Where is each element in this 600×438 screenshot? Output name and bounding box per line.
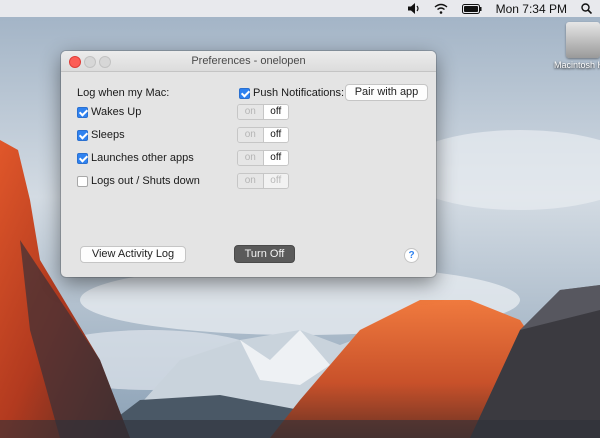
turn-off-button[interactable]: Turn Off <box>234 245 295 263</box>
logs-out-off-option[interactable]: off <box>262 174 288 188</box>
sleeps-checkbox[interactable] <box>77 130 88 141</box>
launches-other-apps-label: Launches other apps <box>91 152 194 164</box>
window-zoom-button[interactable] <box>99 56 111 68</box>
sleeps-toggle[interactable]: on off <box>237 127 289 143</box>
help-button[interactable]: ? <box>404 248 419 263</box>
pair-with-app-button[interactable]: Pair with app <box>345 84 428 101</box>
wakes-up-toggle[interactable]: on off <box>237 104 289 120</box>
window-minimize-button[interactable] <box>84 56 96 68</box>
macintosh-hd-desktop-icon[interactable]: Macintosh HD <box>554 22 600 70</box>
volume-icon[interactable] <box>407 3 420 14</box>
logs-out-on-option[interactable]: on <box>238 174 263 188</box>
launches-other-apps-checkbox[interactable] <box>77 153 88 164</box>
launches-other-apps-toggle[interactable]: on off <box>237 150 289 166</box>
preferences-window: Preferences - onelopen Log when my Mac: … <box>61 51 436 277</box>
battery-icon[interactable] <box>461 3 482 14</box>
wakes-up-on-option[interactable]: on <box>238 105 263 119</box>
sleeps-on-option[interactable]: on <box>238 128 263 142</box>
menubar-clock[interactable]: Mon 7:34 PM <box>496 2 567 16</box>
window-titlebar[interactable]: Preferences - onelopen <box>61 51 436 72</box>
push-notifications-label: Push Notifications: <box>253 87 345 99</box>
hard-drive-icon <box>566 22 600 58</box>
sleeps-off-option[interactable]: off <box>262 128 288 142</box>
menu-bar: Mon 7:34 PM <box>0 0 600 17</box>
log-heading: Log when my Mac: <box>77 87 170 99</box>
logs-out-label: Logs out / Shuts down <box>91 175 200 187</box>
launches-other-apps-off-option[interactable]: off <box>262 151 288 165</box>
sleeps-label: Sleeps <box>91 129 125 141</box>
window-title: Preferences - onelopen <box>191 55 306 67</box>
spotlight-search-icon[interactable] <box>581 3 592 14</box>
launches-other-apps-on-option[interactable]: on <box>238 151 263 165</box>
push-notifications-checkbox[interactable] <box>239 88 250 99</box>
wakes-up-checkbox[interactable] <box>77 107 88 118</box>
window-close-button[interactable] <box>69 56 81 68</box>
macintosh-hd-label: Macintosh HD <box>554 60 600 70</box>
logs-out-toggle[interactable]: on off <box>237 173 289 189</box>
wakes-up-label: Wakes Up <box>91 106 142 118</box>
logs-out-checkbox[interactable] <box>77 176 88 187</box>
wakes-up-off-option[interactable]: off <box>262 105 288 119</box>
wifi-icon[interactable] <box>434 3 448 14</box>
view-activity-log-button[interactable]: View Activity Log <box>80 246 186 263</box>
